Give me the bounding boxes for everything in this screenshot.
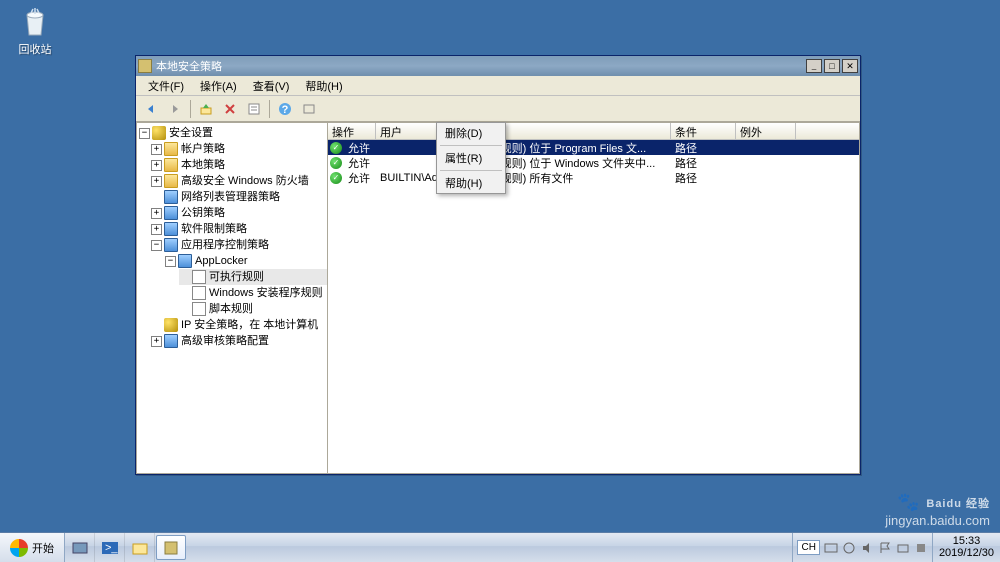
close-button[interactable]: ✕ xyxy=(842,59,858,73)
menu-file[interactable]: 文件(F) xyxy=(140,76,192,96)
allow-icon: ✓ xyxy=(330,157,342,169)
tree-item[interactable]: IP 安全策略，在 本地计算机 xyxy=(181,317,318,333)
tree-item[interactable]: 帐户策略 xyxy=(181,141,225,157)
list-header: 操作 用户 名称 条件 例外 xyxy=(328,123,859,140)
col-condition[interactable]: 条件 xyxy=(671,123,736,139)
local-security-policy-window: 本地安全策略 _ □ ✕ 文件(F) 操作(A) 查看(V) 帮助(H) ? −… xyxy=(135,55,861,475)
help-button[interactable]: ? xyxy=(274,98,296,120)
watermark: 🐾Baidu 经验 jingyan.baidu.com xyxy=(885,492,990,528)
rule-icon xyxy=(192,286,206,300)
tray-flag-icon[interactable] xyxy=(878,541,892,555)
folder-icon xyxy=(164,334,178,348)
tree-item[interactable]: 网络列表管理器策略 xyxy=(181,189,280,205)
maximize-button[interactable]: □ xyxy=(824,59,840,73)
svg-text:?: ? xyxy=(282,104,289,116)
menu-action[interactable]: 操作(A) xyxy=(192,76,245,96)
folder-icon xyxy=(164,174,178,188)
menu-view[interactable]: 查看(V) xyxy=(245,76,298,96)
allow-icon: ✓ xyxy=(330,142,342,154)
folder-icon xyxy=(164,158,178,172)
rule-icon xyxy=(192,302,206,316)
taskbar-powershell[interactable]: >_ xyxy=(95,533,125,562)
minimize-button[interactable]: _ xyxy=(806,59,822,73)
recycle-bin[interactable]: 回收站 xyxy=(10,5,60,57)
forward-button[interactable] xyxy=(164,98,186,120)
list-row[interactable]: ✓ 允许 (默认规则) 位于 Program Files 文... 路径 xyxy=(328,140,859,155)
titlebar[interactable]: 本地安全策略 _ □ ✕ xyxy=(136,56,860,76)
col-exception[interactable]: 例外 xyxy=(736,123,796,139)
folder-icon xyxy=(164,206,178,220)
window-title: 本地安全策略 xyxy=(156,58,806,74)
svg-text:>_: >_ xyxy=(105,542,118,554)
menu-help[interactable]: 帮助(H) xyxy=(437,173,505,193)
folder-icon xyxy=(164,238,178,252)
tray-network-icon[interactable] xyxy=(842,541,856,555)
delete-button[interactable] xyxy=(219,98,241,120)
tree-item[interactable]: 软件限制策略 xyxy=(181,221,247,237)
app-icon xyxy=(138,59,152,73)
taskbar-server-manager[interactable] xyxy=(65,533,95,562)
toolbar: ? xyxy=(136,96,860,122)
recycle-bin-label: 回收站 xyxy=(10,41,60,57)
start-button[interactable]: 开始 xyxy=(0,533,65,562)
tray-icon[interactable] xyxy=(896,541,910,555)
system-tray: CH xyxy=(792,533,931,562)
folder-icon xyxy=(178,254,192,268)
tree-installer-rules[interactable]: Windows 安装程序规则 xyxy=(209,285,323,301)
lang-indicator[interactable]: CH xyxy=(797,540,819,555)
tree-script-rules[interactable]: 脚本规则 xyxy=(209,301,253,317)
list-panel[interactable]: 操作 用户 名称 条件 例外 ✓ 允许 (默认规则) 位于 Program Fi… xyxy=(328,123,859,473)
tree-item[interactable]: 应用程序控制策略 xyxy=(181,237,269,253)
trash-icon xyxy=(18,5,52,39)
shield-icon xyxy=(164,318,178,332)
taskbar-explorer[interactable] xyxy=(125,533,155,562)
tray-sound-icon[interactable] xyxy=(860,541,874,555)
taskbar-secpol[interactable] xyxy=(156,535,186,560)
folder-icon xyxy=(164,142,178,156)
tree-root[interactable]: 安全设置 xyxy=(169,125,213,141)
list-row[interactable]: ✓ 允许 (默认规则) 位于 Windows 文件夹中... 路径 xyxy=(328,155,859,170)
tree-item[interactable]: 本地策略 xyxy=(181,157,225,173)
tree-exe-rules[interactable]: 可执行规则 xyxy=(209,269,264,285)
menubar: 文件(F) 操作(A) 查看(V) 帮助(H) xyxy=(136,76,860,96)
folder-icon xyxy=(164,190,178,204)
windows-icon xyxy=(10,539,28,557)
col-action[interactable]: 操作 xyxy=(328,123,376,139)
rule-icon xyxy=(192,270,206,284)
list-row[interactable]: ✓ 允许 BUILTIN\Ad... (默认规则) 所有文件 路径 xyxy=(328,170,859,185)
paw-icon: 🐾 xyxy=(897,492,920,513)
taskbar: 开始 >_ CH 15:33 2019/12/30 xyxy=(0,532,1000,562)
tree-item[interactable]: 高级安全 Windows 防火墙 xyxy=(181,173,309,189)
menu-properties[interactable]: 属性(R) xyxy=(437,148,505,168)
tree-item[interactable]: 公钥策略 xyxy=(181,205,225,221)
tree-item[interactable]: 高级审核策略配置 xyxy=(181,333,269,349)
shield-icon xyxy=(152,126,166,140)
extra-button[interactable] xyxy=(298,98,320,120)
back-button[interactable] xyxy=(140,98,162,120)
allow-icon: ✓ xyxy=(330,172,342,184)
clock[interactable]: 15:33 2019/12/30 xyxy=(932,533,1000,562)
tree-applocker[interactable]: AppLocker xyxy=(195,253,248,269)
menu-help[interactable]: 帮助(H) xyxy=(297,76,350,96)
context-menu: 删除(D) 属性(R) 帮助(H) xyxy=(436,122,506,194)
tree-panel[interactable]: −安全设置 +帐户策略 +本地策略 +高级安全 Windows 防火墙 网络列表… xyxy=(137,123,328,473)
tray-icon[interactable] xyxy=(824,541,838,555)
tray-icon[interactable] xyxy=(914,541,928,555)
up-button[interactable] xyxy=(195,98,217,120)
folder-icon xyxy=(164,222,178,236)
properties-button[interactable] xyxy=(243,98,265,120)
menu-delete[interactable]: 删除(D) xyxy=(437,123,505,143)
